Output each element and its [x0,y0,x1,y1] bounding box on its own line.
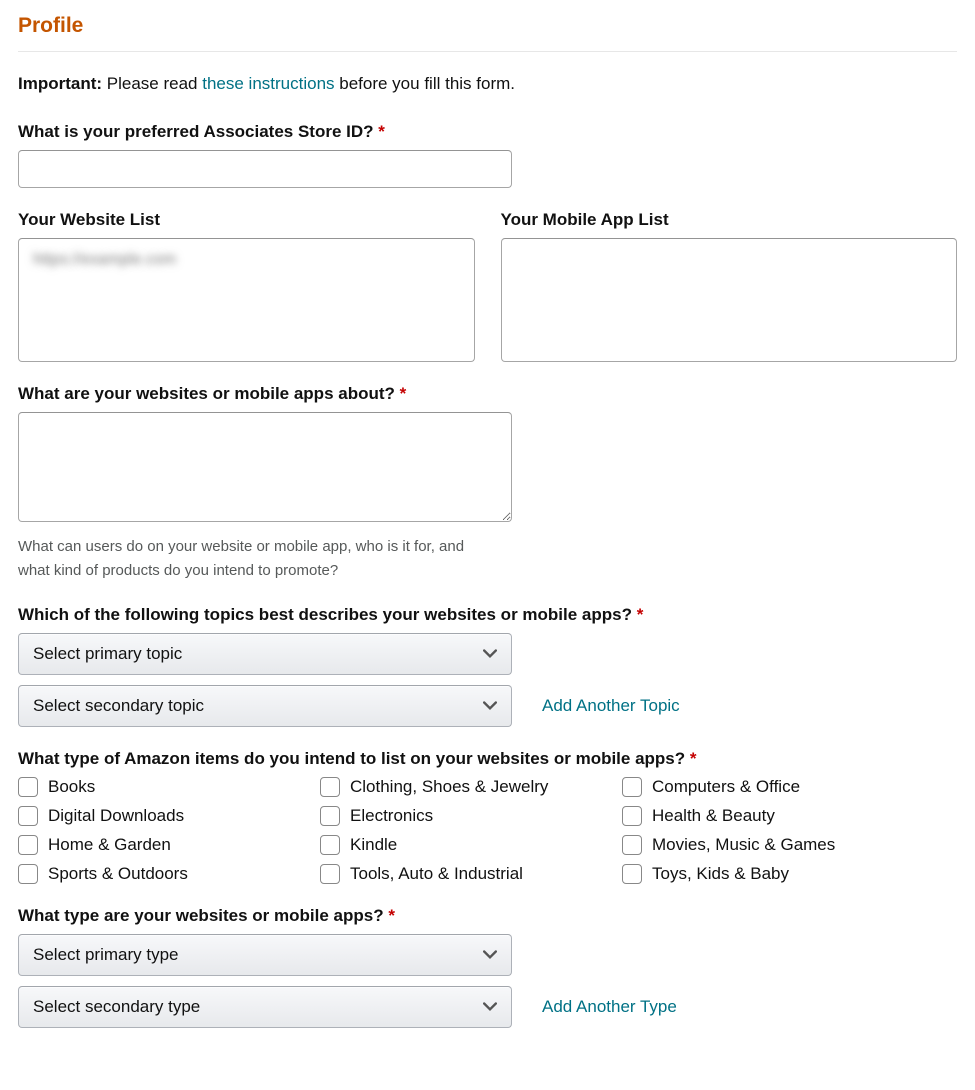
item-checkbox-row: Health & Beauty [622,806,924,826]
item-checkbox[interactable] [18,864,38,884]
item-checkbox-label: Clothing, Shoes & Jewelry [350,777,548,797]
about-help-text: What can users do on your website or mob… [18,535,478,583]
add-another-topic-link[interactable]: Add Another Topic [542,696,680,716]
item-checkbox[interactable] [18,777,38,797]
item-checkbox-row: Digital Downloads [18,806,320,826]
item-checkbox-row: Home & Garden [18,835,320,855]
website-list-box[interactable]: https://example.com [18,238,475,362]
item-checkbox-label: Toys, Kids & Baby [652,864,789,884]
secondary-type-select[interactable]: Select secondary type [18,986,512,1028]
store-id-section: What is your preferred Associates Store … [18,122,957,188]
items-checkbox-grid: Books Clothing, Shoes & Jewelry Computers … [18,777,957,884]
item-checkbox[interactable] [622,835,642,855]
item-checkbox[interactable] [320,777,340,797]
mobile-list-label: Your Mobile App List [501,210,958,230]
about-textarea[interactable] [18,412,512,522]
item-checkbox-row: Clothing, Shoes & Jewelry [320,777,622,797]
item-checkbox-row: Computers & Office [622,777,924,797]
page-title: Profile [18,14,83,37]
website-list-col: Your Website List https://example.com [18,210,475,362]
item-checkbox-label: Health & Beauty [652,806,775,826]
items-section: What type of Amazon items do you intend … [18,749,957,884]
item-checkbox[interactable] [18,806,38,826]
page-header: Profile [18,0,957,52]
primary-type-value: Select primary type [33,945,179,965]
item-checkbox-label: Books [48,777,95,797]
mobile-list-col: Your Mobile App List [501,210,958,362]
item-checkbox-row: Tools, Auto & Industrial [320,864,622,884]
types-label: What type are your websites or mobile ap… [18,906,957,926]
item-checkbox-label: Kindle [350,835,397,855]
item-checkbox-label: Digital Downloads [48,806,184,826]
primary-topic-value: Select primary topic [33,644,182,664]
instructions-link[interactable]: these instructions [202,74,334,93]
about-label: What are your websites or mobile apps ab… [18,384,957,404]
about-section: What are your websites or mobile apps ab… [18,384,957,583]
item-checkbox-label: Tools, Auto & Industrial [350,864,523,884]
item-checkbox-label: Computers & Office [652,777,800,797]
item-checkbox-label: Sports & Outdoors [48,864,188,884]
item-checkbox-row: Movies, Music & Games [622,835,924,855]
secondary-type-value: Select secondary type [33,997,200,1017]
secondary-topic-value: Select secondary topic [33,696,204,716]
item-checkbox-row: Toys, Kids & Baby [622,864,924,884]
website-list-label: Your Website List [18,210,475,230]
important-text-after: before you fill this form. [335,74,515,93]
item-checkbox-row: Sports & Outdoors [18,864,320,884]
item-checkbox-row: Kindle [320,835,622,855]
topics-label: Which of the following topics best descr… [18,605,957,625]
item-checkbox[interactable] [320,864,340,884]
important-label: Important: [18,74,102,93]
chevron-down-icon [483,699,497,713]
item-checkbox[interactable] [320,806,340,826]
item-checkbox[interactable] [18,835,38,855]
chevron-down-icon [483,647,497,661]
important-text-before: Please read [107,74,202,93]
primary-type-select[interactable]: Select primary type [18,934,512,976]
item-checkbox[interactable] [622,777,642,797]
item-checkbox-row: Books [18,777,320,797]
store-id-label: What is your preferred Associates Store … [18,122,957,142]
store-id-input[interactable] [18,150,512,188]
item-checkbox[interactable] [320,835,340,855]
chevron-down-icon [483,1000,497,1014]
item-checkbox[interactable] [622,864,642,884]
lists-section: Your Website List https://example.com Yo… [18,210,957,362]
add-another-type-link[interactable]: Add Another Type [542,997,677,1017]
topics-section: Which of the following topics best descr… [18,605,957,727]
chevron-down-icon [483,948,497,962]
item-checkbox[interactable] [622,806,642,826]
secondary-topic-select[interactable]: Select secondary topic [18,685,512,727]
website-list-item: https://example.com [33,251,176,268]
primary-topic-select[interactable]: Select primary topic [18,633,512,675]
mobile-list-box[interactable] [501,238,958,362]
item-checkbox-label: Home & Garden [48,835,171,855]
types-section: What type are your websites or mobile ap… [18,906,957,1028]
important-notice: Important: Please read these instruction… [18,74,957,94]
item-checkbox-row: Electronics [320,806,622,826]
items-label: What type of Amazon items do you intend … [18,749,957,769]
item-checkbox-label: Electronics [350,806,433,826]
item-checkbox-label: Movies, Music & Games [652,835,835,855]
